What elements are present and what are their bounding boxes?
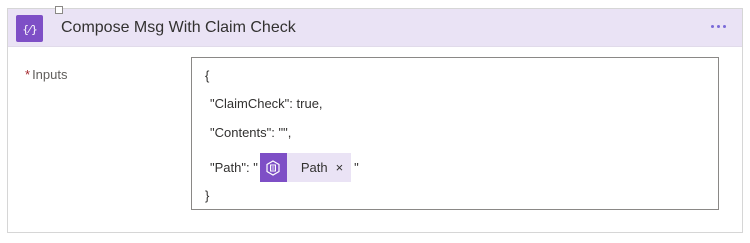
ellipsis-dot [722, 24, 726, 28]
ellipsis-dot [716, 24, 720, 28]
contents-line: "Contents": "", [210, 125, 292, 140]
ellipsis-icon [710, 24, 714, 28]
compose-action-card: {⁄} Compose Msg With Claim Check * Inputs… [7, 6, 743, 233]
path-token-label: Path [300, 160, 328, 175]
remove-token-button[interactable]: × [336, 160, 352, 175]
header-marker-box [55, 6, 63, 14]
dynamic-content-icon [259, 153, 287, 182]
compose-curly-braces-icon: {⁄} [16, 15, 43, 42]
action-title[interactable]: Compose Msg With Claim Check [61, 19, 296, 37]
action-header[interactable]: {⁄} Compose Msg With Claim Check [8, 6, 742, 47]
more-options-button[interactable] [706, 16, 730, 36]
path-token[interactable]: Path × [259, 153, 352, 182]
inputs-label-text: Inputs [32, 67, 68, 82]
path-line: "Path": " Path × " [210, 153, 359, 182]
required-marker: * [25, 67, 31, 82]
path-key: "Path": " [210, 160, 258, 175]
open-brace: { [205, 68, 210, 83]
inputs-label: * Inputs [25, 67, 67, 82]
claimcheck-line: "ClaimCheck": true, [210, 96, 323, 111]
close-brace: } [205, 188, 210, 203]
path-end-quote: " [354, 160, 359, 175]
inputs-editor[interactable]: { "ClaimCheck": true, "Contents": "", "P… [191, 57, 719, 210]
svg-text:{⁄}: {⁄} [22, 23, 38, 36]
